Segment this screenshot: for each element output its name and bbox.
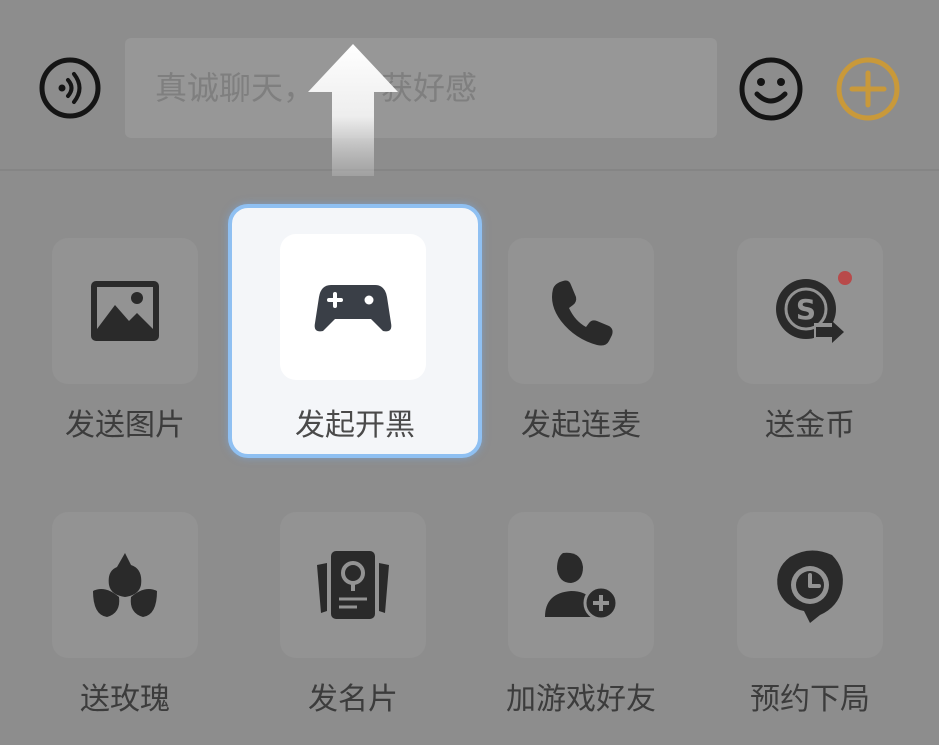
input-bar: 真诚聊天， 获好感	[0, 0, 939, 170]
schedule-next-game-button[interactable]	[737, 512, 883, 658]
gamepad-icon	[314, 285, 392, 332]
send-coins-tile[interactable]: S 送金币	[710, 238, 910, 458]
send-image-tile[interactable]: 发送图片	[25, 238, 225, 458]
phone-icon	[552, 280, 613, 346]
send-rose-label: 送玫瑰	[80, 682, 170, 717]
send-coins-label: 送金币	[765, 408, 855, 443]
card-icon	[317, 551, 389, 619]
new-badge	[838, 271, 852, 285]
add-game-friend-tile[interactable]: 加游戏好友	[481, 512, 681, 732]
send-rose-tile[interactable]: 送玫瑰	[25, 512, 225, 732]
svg-text:S: S	[796, 293, 816, 326]
emoji-icon	[739, 57, 803, 121]
rose-icon	[93, 553, 157, 617]
more-button[interactable]	[835, 56, 901, 122]
send-card-button[interactable]	[280, 512, 426, 658]
add-friend-icon	[545, 552, 619, 621]
schedule-icon	[777, 550, 843, 623]
send-image-button[interactable]	[52, 238, 198, 384]
coin-send-icon: S	[776, 279, 844, 343]
divider	[0, 169, 939, 171]
add-game-friend-button[interactable]	[508, 512, 654, 658]
schedule-next-game-tile[interactable]: 预约下局	[710, 512, 910, 732]
start-team-game-tile[interactable]: 发起开黑	[228, 204, 482, 458]
voice-button[interactable]	[38, 56, 102, 120]
start-voice-call-tile[interactable]: 发起连麦	[481, 238, 681, 458]
plus-icon	[836, 57, 900, 121]
start-team-game-label: 发起开黑	[295, 408, 415, 443]
schedule-next-game-label: 预约下局	[750, 682, 870, 717]
start-voice-call-label: 发起连麦	[521, 408, 641, 443]
chat-input-placeholder: 真诚聊天，	[155, 69, 316, 107]
image-icon	[91, 281, 159, 341]
send-image-label: 发送图片	[65, 408, 185, 443]
send-rose-button[interactable]	[52, 512, 198, 658]
emoji-button[interactable]	[738, 56, 804, 122]
start-voice-call-button[interactable]	[508, 238, 654, 384]
arrow-up-icon	[308, 44, 398, 176]
send-card-tile[interactable]: 发名片	[253, 512, 453, 732]
start-team-game-button[interactable]	[280, 234, 426, 380]
add-game-friend-label: 加游戏好友	[506, 682, 656, 717]
voice-icon	[39, 57, 101, 119]
send-coins-button[interactable]: S	[737, 238, 883, 384]
chat-input[interactable]: 真诚聊天， 获好感	[125, 38, 717, 138]
send-card-label: 发名片	[308, 682, 398, 717]
